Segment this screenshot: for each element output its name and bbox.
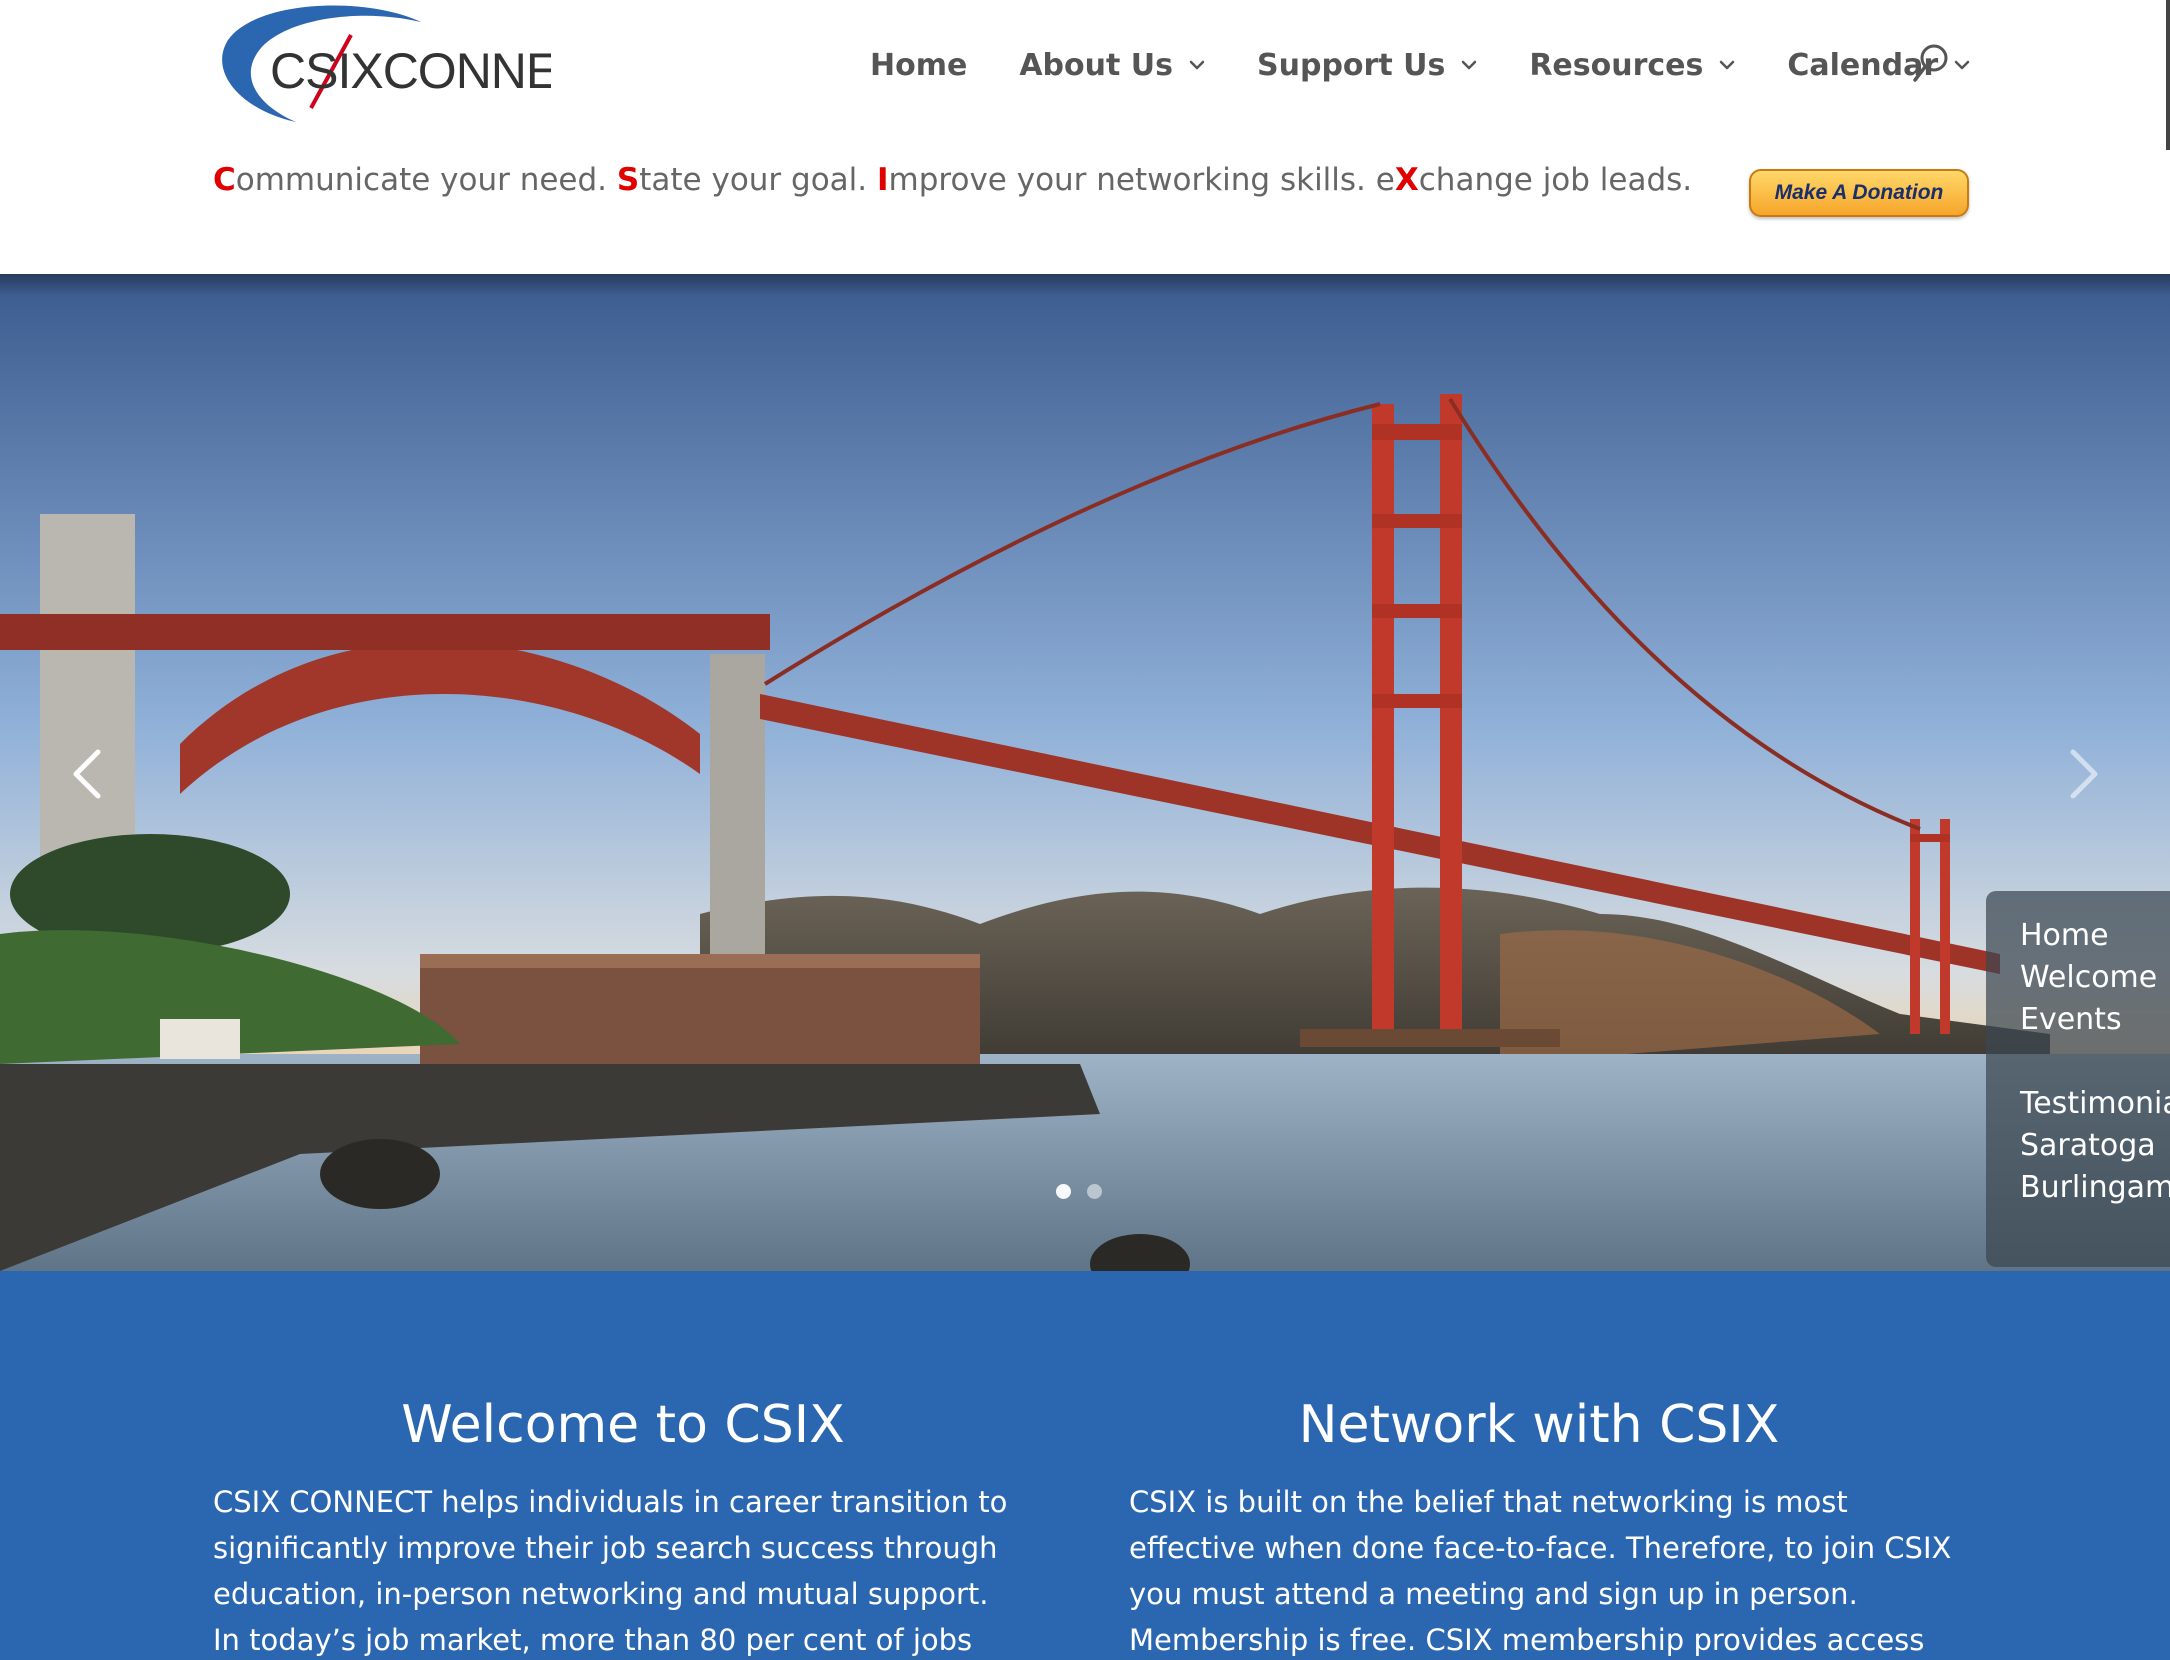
intro-section: Welcome to CSIX CSIX CONNECT helps indiv… — [0, 1271, 2170, 1660]
side-menu-spacer — [2020, 1041, 2170, 1083]
network-title: Network with CSIX — [1298, 1395, 1780, 1455]
hero-slider: HomeWelcomeEvents TestimonialsSaratogaBur… — [0, 274, 2170, 1271]
search-button[interactable] — [1912, 42, 1952, 86]
golden-gate-bridge-image — [0, 274, 2170, 1271]
chevron-down-icon — [1189, 60, 1205, 70]
logo-text: CSIXCONNECT — [270, 43, 551, 99]
tagline-text: ommunicate your need. — [235, 162, 617, 198]
network-body: CSIX is built on the belief that network… — [1129, 1485, 1952, 1657]
tagline-initial: C — [213, 162, 236, 198]
nav-item-home[interactable]: Home — [870, 48, 967, 83]
side-dot-navigation: HomeWelcomeEvents TestimonialsSaratogaBur… — [1986, 891, 2170, 1267]
window-scrollbar-edge — [2166, 0, 2170, 150]
tagline-text: change job leads. — [1418, 162, 1693, 198]
slider-next-button[interactable] — [2055, 744, 2105, 804]
nav-item-label: About Us — [1019, 47, 1173, 83]
slider-pagination — [1056, 1184, 1102, 1199]
tagline: Communicate your need. State your goal. … — [213, 162, 1692, 198]
side-menu-item-testimonials[interactable]: Testimonials — [2020, 1083, 2170, 1125]
nav-item-about-us[interactable]: About Us — [1019, 48, 1205, 83]
tagline-text: tate your goal. — [639, 162, 877, 198]
chevron-right-icon — [2070, 749, 2098, 799]
tagline-initial: S — [616, 162, 640, 198]
nav-item-support-us[interactable]: Support Us — [1257, 48, 1477, 83]
side-menu-item-burlingame[interactable]: Burlingame — [2020, 1167, 2170, 1209]
nav-item-label: Home — [870, 47, 968, 83]
search-icon — [1913, 44, 1948, 82]
logo-swoosh-icon: CSIXCONNECT — [222, 5, 551, 122]
side-menu-item-welcome[interactable]: Welcome — [2020, 957, 2170, 999]
nav-item-label: Support Us — [1257, 47, 1446, 83]
chevron-down-icon — [1462, 60, 1477, 70]
welcome-title: Welcome to CSIX — [401, 1395, 845, 1455]
tagline-initial: I — [877, 162, 889, 198]
slider-dot-1[interactable] — [1056, 1184, 1071, 1199]
side-menu-item-saratoga[interactable]: Saratoga — [2020, 1125, 2170, 1167]
donate-button[interactable]: Make A Donation — [1749, 169, 1969, 217]
slider-prev-button[interactable] — [66, 744, 116, 804]
main-nav: Home About Us Support Us Resources Calendar — [870, 40, 2022, 90]
site-logo[interactable]: CSIXCONNECT — [216, 0, 551, 125]
tagline-initial: X — [1394, 162, 1419, 198]
side-menu-item-events[interactable]: Events — [2020, 999, 2170, 1041]
welcome-body: CSIX CONNECT helps individuals in career… — [213, 1485, 1008, 1657]
nav-item-label: Resources — [1529, 47, 1704, 83]
site-header: CSIXCONNECT Home About Us Support Us Resour… — [0, 0, 2170, 274]
nav-item-resources[interactable]: Resources — [1529, 48, 1735, 83]
tagline-text: mprove your networking skills. e — [888, 162, 1395, 198]
chevron-left-icon — [73, 749, 101, 799]
slider-dot-2[interactable] — [1087, 1184, 1102, 1199]
chevron-down-icon — [1720, 60, 1735, 70]
side-menu-item-home[interactable]: Home — [2020, 915, 2170, 957]
chevron-down-icon — [1954, 60, 1970, 70]
hero-top-shadow — [0, 274, 2170, 296]
